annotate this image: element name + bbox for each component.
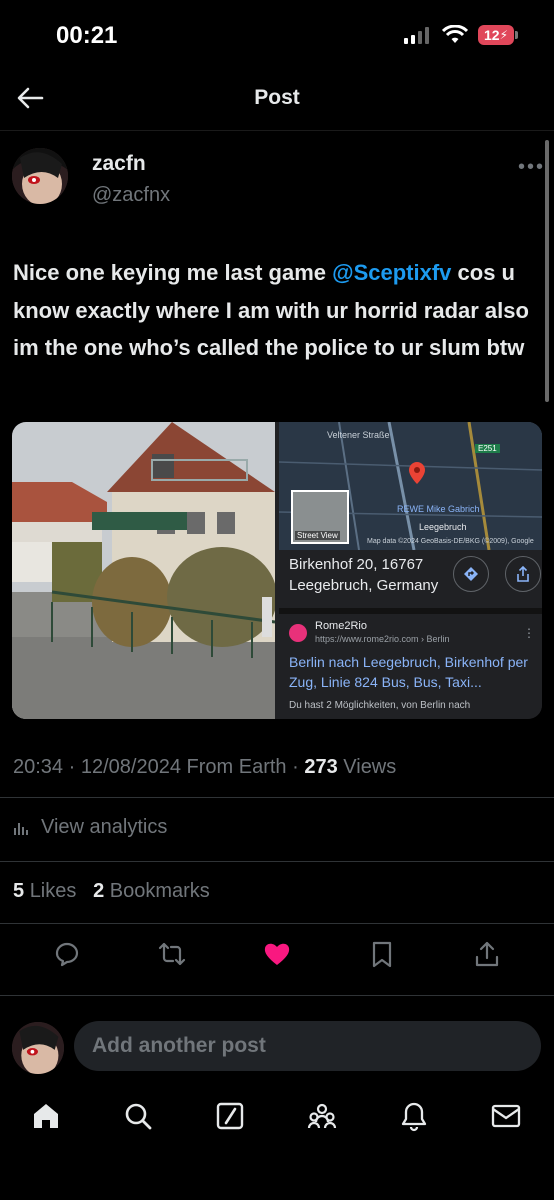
battery-indicator: 12 ⚡ (478, 25, 514, 45)
post-date: 12/08/2024 (80, 756, 181, 778)
page-title: Post (254, 86, 300, 109)
header-divider (0, 130, 554, 131)
views-label: Views (343, 756, 397, 778)
likes-count[interactable]: 5 (13, 880, 24, 902)
search-icon[interactable] (122, 1100, 154, 1132)
place-address: Birkenhof 20, 16767 Leegebruch, Germany (289, 554, 438, 596)
post-text-start: Nice one keying me last game (13, 260, 333, 285)
status-time: 00:21 (56, 22, 118, 49)
grok-icon[interactable] (214, 1100, 246, 1132)
street-view-label: Street View (295, 531, 340, 540)
battery-tip (515, 31, 518, 39)
scrollbar[interactable] (545, 140, 549, 402)
map-data-attribution: Map data ©2024 GeoBasis-DE/BKG (©2009), … (367, 538, 534, 545)
add-another-post-input[interactable]: Add another post (74, 1021, 541, 1071)
bookmarks-label[interactable]: Bookmarks (110, 880, 210, 902)
map-pin-icon (409, 462, 425, 484)
divider (0, 861, 554, 862)
views-count: 273 (304, 756, 338, 778)
result-site-name: Rome2Rio (315, 620, 367, 632)
home-icon[interactable] (30, 1100, 62, 1132)
author-handle[interactable]: @zacfnx (92, 184, 170, 207)
more-options-icon[interactable]: ••• (518, 156, 545, 179)
rome2rio-logo-icon (289, 624, 307, 642)
wifi-icon (442, 25, 468, 43)
post-meta: 20:34 · 12/08/2024 From Earth · 273 View… (13, 756, 397, 778)
author-avatar[interactable] (12, 148, 68, 204)
back-arrow-icon[interactable] (16, 86, 44, 110)
result-snippet: Du hast 2 Möglichkeiten, von Berlin nach (289, 700, 471, 711)
post-time: 20:34 (13, 756, 64, 778)
post-source: From Earth (186, 756, 287, 778)
result-title[interactable]: Berlin nach Leegebruch, Birkenhof per Zu… (289, 652, 529, 692)
divider (0, 923, 554, 924)
town-label: Leegebruch (419, 522, 467, 532)
address-line-1: Birkenhof 20, 16767 (289, 556, 424, 573)
result-divider (279, 608, 542, 614)
battery-level: 12 (483, 27, 500, 43)
view-analytics-button[interactable]: View analytics (13, 816, 167, 839)
communities-icon[interactable] (306, 1100, 338, 1132)
author-name[interactable]: zacfn (92, 152, 146, 176)
mention-link[interactable]: @Sceptixfv (332, 260, 451, 285)
result-more-icon[interactable]: ⋮ (523, 626, 535, 640)
divider (0, 995, 554, 996)
like-icon-filled[interactable] (263, 940, 291, 968)
directions-icon[interactable] (453, 556, 489, 592)
poi-label: REWE Mike Gabrich (397, 504, 480, 514)
notifications-icon[interactable] (398, 1100, 430, 1132)
engagement-counts: 5 Likes 2 Bookmarks (13, 880, 210, 903)
street-view-thumbnail[interactable]: Street View (291, 490, 349, 544)
divider (0, 797, 554, 798)
cellular-signal-icon (404, 27, 429, 44)
share-icon[interactable] (473, 940, 501, 968)
bookmarks-count[interactable]: 2 (93, 880, 104, 902)
post-text: Nice one keying me last game @Sceptixfv … (13, 254, 538, 367)
repost-icon[interactable] (158, 940, 186, 968)
address-line-2: Leegebruch, Germany (289, 577, 439, 594)
result-url[interactable]: https://www.rome2rio.com › Berlin (315, 634, 450, 644)
view-analytics-label: View analytics (41, 816, 168, 838)
map-preview[interactable]: Veltener Straße E251 REWE Mike Gabrich L… (279, 422, 542, 550)
post-media[interactable]: Veltener Straße E251 REWE Mike Gabrich L… (12, 422, 542, 719)
likes-label[interactable]: Likes (30, 880, 77, 902)
search-result-screenshot[interactable]: Veltener Straße E251 REWE Mike Gabrich L… (279, 422, 542, 719)
map-street-label: Veltener Straße (327, 430, 390, 440)
analytics-icon (14, 822, 28, 835)
messages-icon[interactable] (490, 1100, 522, 1132)
share-place-icon[interactable] (505, 556, 541, 592)
house-photo[interactable] (12, 422, 275, 719)
bookmark-icon[interactable] (368, 940, 396, 968)
road-badge: E251 (475, 444, 500, 453)
my-avatar[interactable] (12, 1022, 64, 1074)
reply-icon[interactable] (53, 940, 81, 968)
